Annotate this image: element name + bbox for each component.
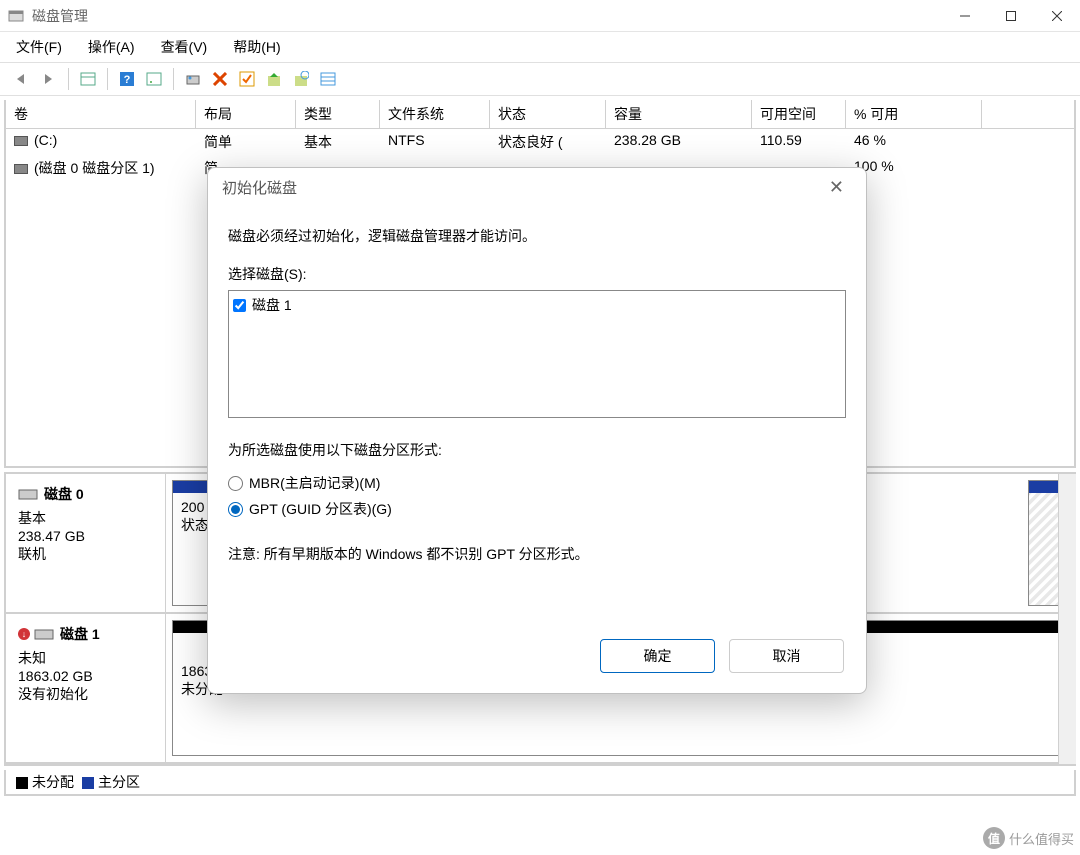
titlebar: 磁盘管理	[0, 0, 1080, 32]
col-type[interactable]: 类型	[296, 100, 380, 129]
menubar: 文件(F) 操作(A) 查看(V) 帮助(H)	[0, 32, 1080, 62]
properties-button[interactable]	[142, 67, 166, 91]
delete-icon[interactable]	[208, 67, 232, 91]
error-icon: ↓	[18, 628, 30, 640]
minimize-button[interactable]	[942, 0, 988, 32]
cancel-button[interactable]: 取消	[729, 639, 844, 673]
disk-type: 基本	[18, 508, 153, 528]
window-title: 磁盘管理	[32, 6, 942, 26]
dialog-title: 初始化磁盘	[222, 177, 297, 198]
disk-size: 238.47 GB	[18, 528, 153, 544]
col-pctfree[interactable]: % 可用	[846, 100, 982, 129]
radio-mbr[interactable]: MBR(主启动记录)(M)	[228, 470, 846, 496]
col-layout[interactable]: 布局	[196, 100, 296, 129]
col-volume[interactable]: 卷	[6, 100, 196, 129]
disk-icon	[18, 486, 38, 502]
watermark: 值 什么值得买	[983, 827, 1074, 849]
radio-gpt[interactable]: GPT (GUID 分区表)(G)	[228, 496, 846, 522]
scrollbar[interactable]	[1058, 474, 1076, 764]
back-button[interactable]	[10, 67, 34, 91]
legend: 未分配 主分区	[4, 770, 1076, 796]
app-icon	[8, 8, 24, 24]
disk-checkbox[interactable]	[233, 299, 246, 312]
refresh-button[interactable]	[181, 67, 205, 91]
disk-checkbox-item[interactable]: 磁盘 1	[233, 295, 841, 315]
dialog-note: 注意: 所有早期版本的 Windows 都不识别 GPT 分区形式。	[228, 544, 846, 564]
menu-file[interactable]: 文件(F)	[12, 33, 66, 61]
col-capacity[interactable]: 容量	[606, 100, 752, 129]
dialog-close-button[interactable]: ✕	[821, 173, 852, 202]
menu-view[interactable]: 查看(V)	[157, 33, 212, 61]
volume-icon	[14, 136, 28, 146]
dialog-message: 磁盘必须经过初始化，逻辑磁盘管理器才能访问。	[228, 226, 846, 246]
forward-button[interactable]	[37, 67, 61, 91]
disk-select-list[interactable]: 磁盘 1	[228, 290, 846, 418]
disk-icon	[34, 626, 54, 642]
toolbar: ?	[0, 62, 1080, 96]
disk-status: 联机	[18, 544, 153, 564]
select-disk-label: 选择磁盘(S):	[228, 264, 846, 284]
partition-style-label: 为所选磁盘使用以下磁盘分区形式:	[228, 440, 846, 460]
menu-action[interactable]: 操作(A)	[84, 33, 139, 61]
col-fs[interactable]: 文件系统	[380, 100, 490, 129]
action-icon-1[interactable]	[262, 67, 286, 91]
ok-button[interactable]: 确定	[600, 639, 715, 673]
col-status[interactable]: 状态	[490, 100, 606, 129]
menu-help[interactable]: 帮助(H)	[229, 33, 284, 61]
maximize-button[interactable]	[988, 0, 1034, 32]
initialize-disk-dialog: 初始化磁盘 ✕ 磁盘必须经过初始化，逻辑磁盘管理器才能访问。 选择磁盘(S): …	[207, 167, 867, 694]
disk-status: 没有初始化	[18, 684, 153, 704]
disk-size: 1863.02 GB	[18, 668, 153, 684]
disk-type: 未知	[18, 648, 153, 668]
help-button[interactable]: ?	[115, 67, 139, 91]
action-icon-2[interactable]	[289, 67, 313, 91]
volume-icon	[14, 164, 28, 174]
close-button[interactable]	[1034, 0, 1080, 32]
watermark-icon: 值	[983, 827, 1005, 849]
table-row[interactable]: (C:) 简单 基本 NTFS 状态良好 ( 238.28 GB 110.59 …	[6, 129, 1074, 155]
show-hide-button[interactable]	[76, 67, 100, 91]
check-icon[interactable]	[235, 67, 259, 91]
svg-text:?: ?	[124, 74, 131, 86]
list-icon[interactable]	[316, 67, 340, 91]
col-free[interactable]: 可用空间	[752, 100, 846, 129]
